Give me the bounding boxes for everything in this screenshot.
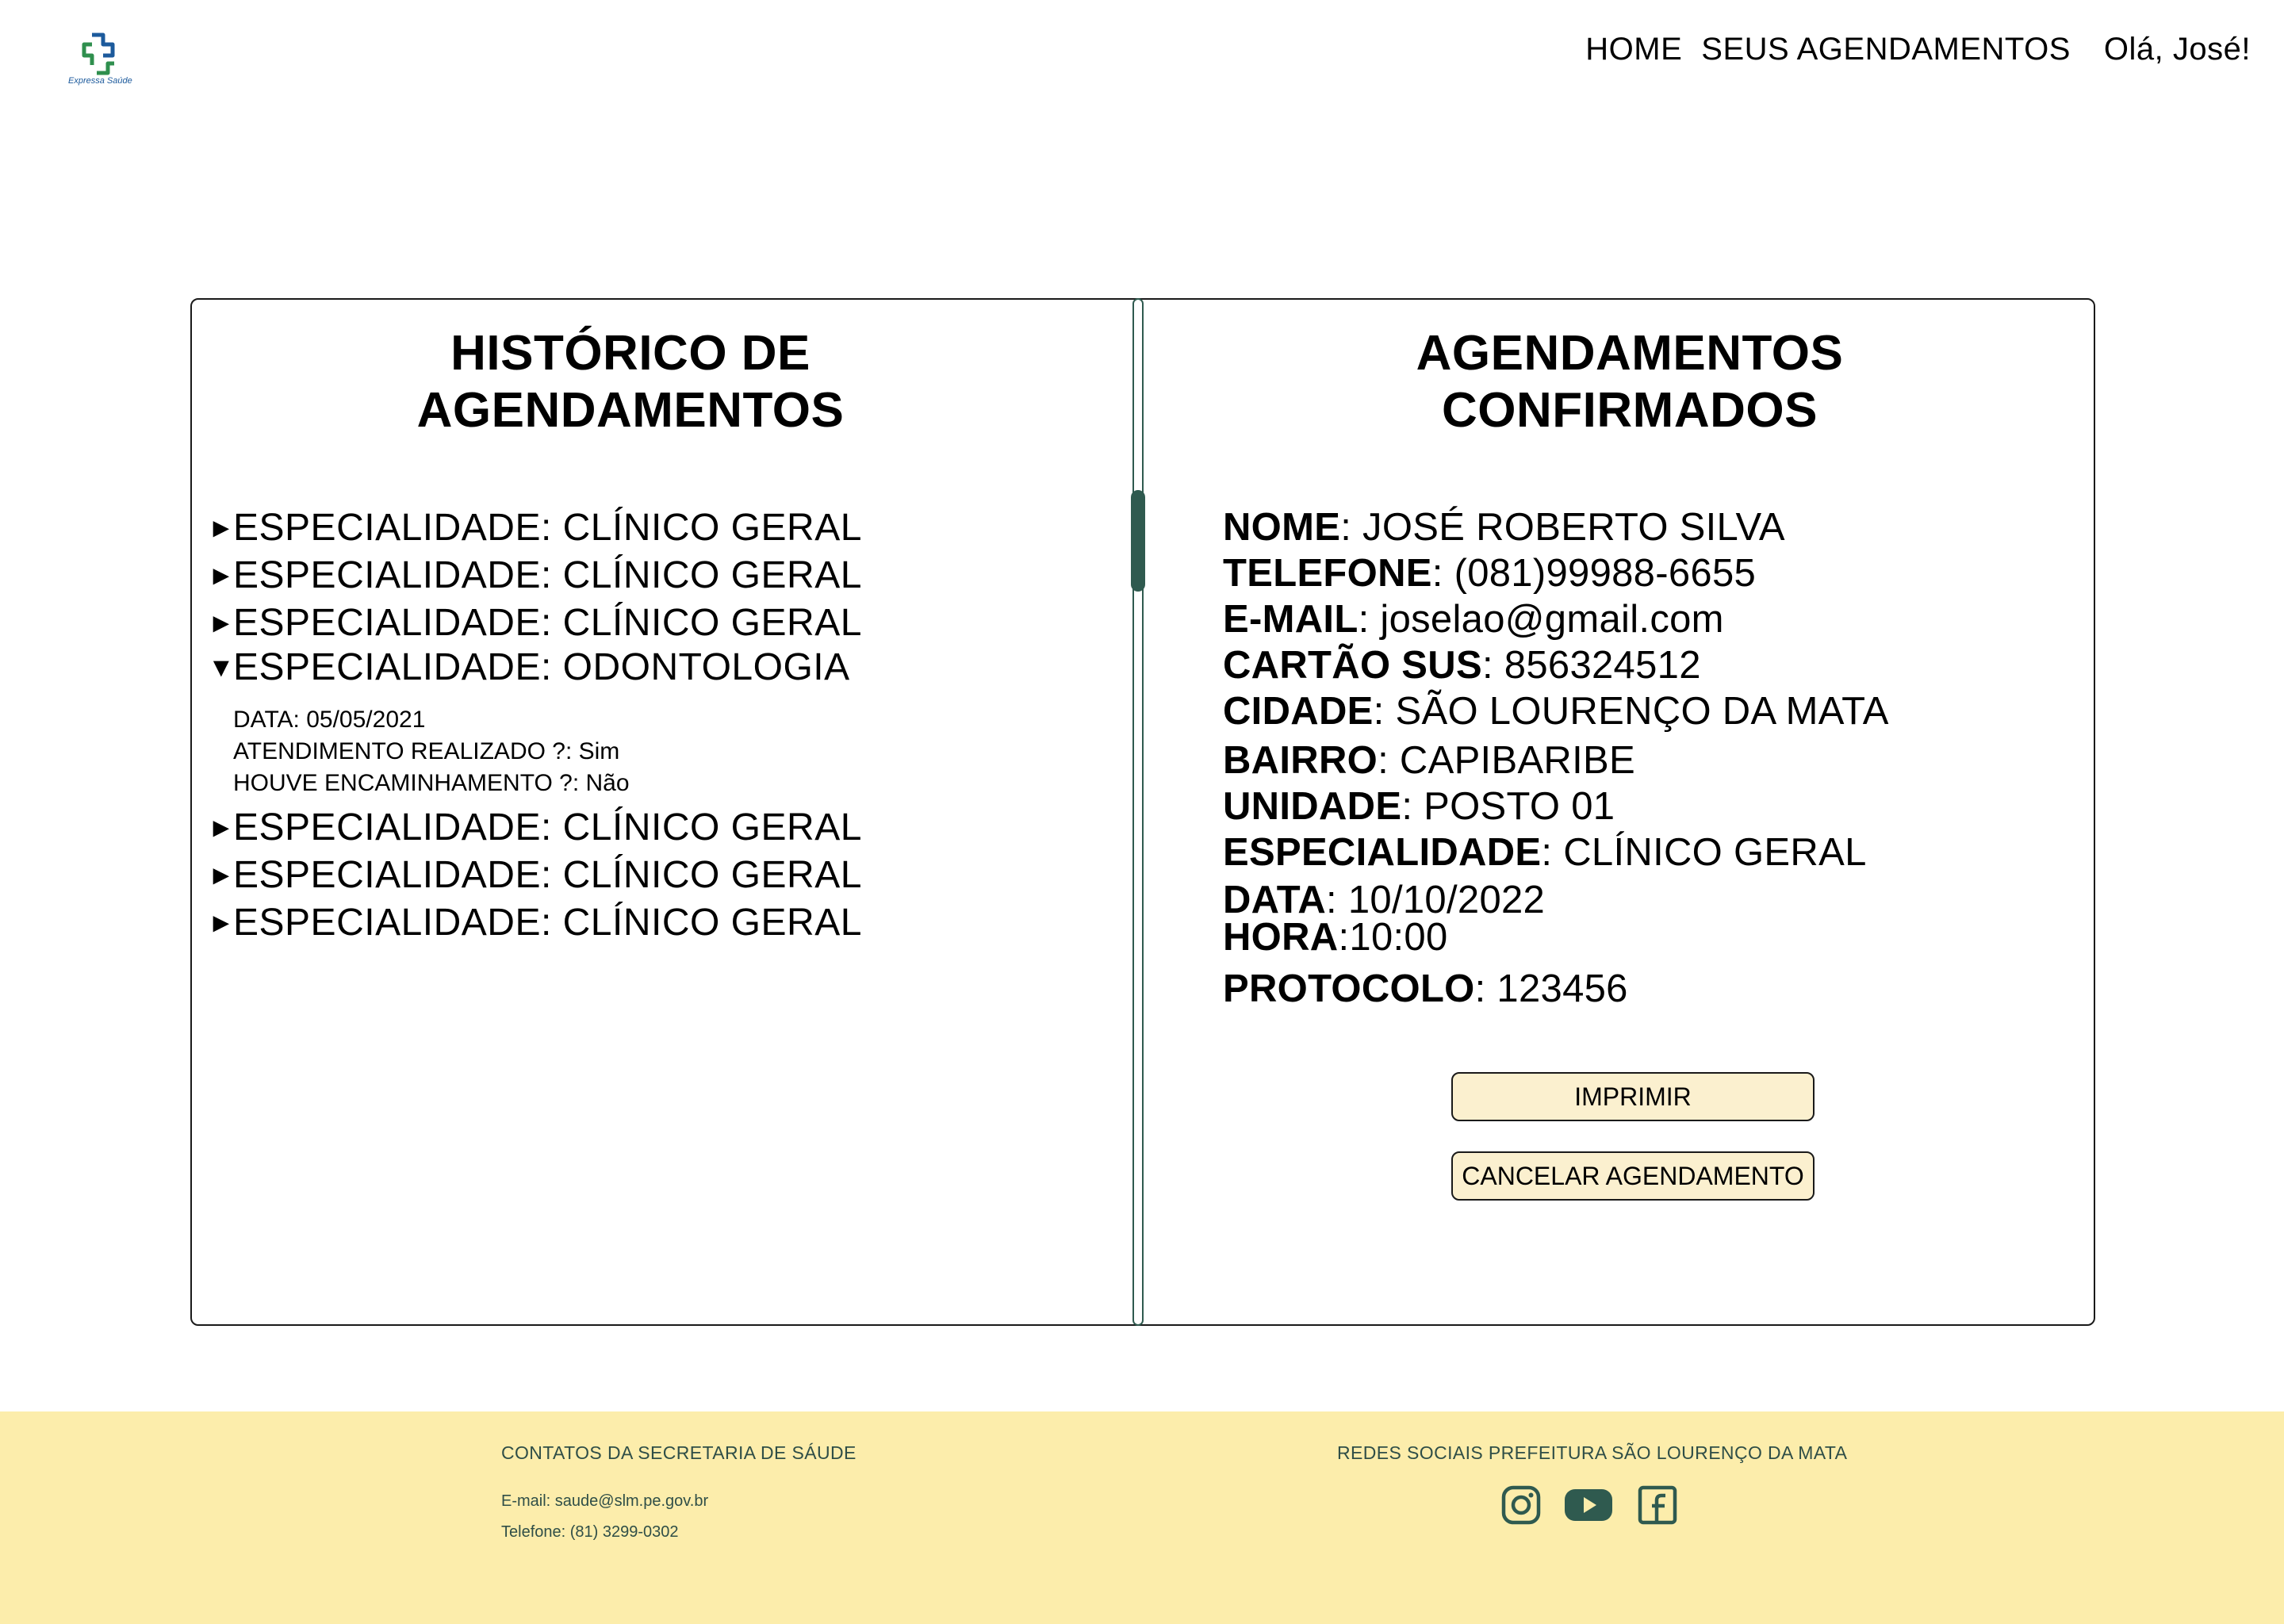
youtube-glyph xyxy=(1565,1489,1612,1521)
history-item-label: ESPECIALIDADE: CLÍNICO GERAL xyxy=(233,854,862,896)
history-item-collapsed[interactable]: ►ESPECIALIDADE: CLÍNICO GERAL xyxy=(208,552,1120,599)
history-item-label: ESPECIALIDADE: CLÍNICO GERAL xyxy=(233,507,862,549)
history-item-details: DATA: 05/05/2021 ATENDIMENTO REALIZADO ?… xyxy=(233,704,1120,799)
confirmed-details: NOME: JOSÉ ROBERTO SILVA TELEFONE: (081)… xyxy=(1223,504,1889,1012)
history-item-collapsed[interactable]: ►ESPECIALIDADE: CLÍNICO GERAL xyxy=(208,804,1120,852)
field-sep: : xyxy=(1326,879,1348,921)
confirmed-title: AGENDAMENTOS CONFIRMADOS xyxy=(1277,325,1983,439)
expand-arrow-icon: ► xyxy=(208,813,236,843)
field-label: CIDADE xyxy=(1223,690,1374,733)
logo[interactable]: Expressa Saúde xyxy=(68,30,132,87)
field-label: CARTÃO SUS xyxy=(1223,644,1482,687)
expand-arrow-icon: ► xyxy=(208,908,236,938)
footer-social-title: REDES SOCIAIS PREFEITURA SÃO LOURENÇO DA… xyxy=(1337,1442,1848,1463)
history-list: ►ESPECIALIDADE: CLÍNICO GERAL ►ESPECIALI… xyxy=(208,504,1120,947)
field-sep: : xyxy=(1431,552,1454,595)
history-title: HISTÓRICO DE AGENDAMENTOS xyxy=(190,325,1071,439)
field-value: JOSÉ ROBERTO SILVA xyxy=(1362,506,1785,549)
detail-referral: HOUVE ENCAMINHAMENTO ?: Não xyxy=(233,770,630,796)
field-value: (081)99988-6655 xyxy=(1454,552,1757,595)
youtube-icon[interactable] xyxy=(1564,1484,1613,1526)
top-nav: HOME SEUS AGENDAMENTOS Olá, José! xyxy=(1585,32,2251,67)
expand-arrow-icon: ► xyxy=(208,513,236,543)
confirmed-title-line1: AGENDAMENTOS xyxy=(1416,326,1844,381)
history-item-label: ESPECIALIDADE: CLÍNICO GERAL xyxy=(233,602,862,644)
scrollbar-thumb[interactable] xyxy=(1131,490,1145,592)
field-phone: TELEFONE: (081)99988-6655 xyxy=(1223,550,1889,596)
facebook-glyph xyxy=(1638,1485,1677,1525)
nav-appointments-link[interactable]: SEUS AGENDAMENTOS xyxy=(1701,32,2071,67)
field-sep: : xyxy=(1474,967,1497,1010)
detail-date: DATA: 05/05/2021 xyxy=(233,707,426,733)
expand-arrow-icon: ► xyxy=(208,608,236,638)
field-label: UNIDADE xyxy=(1223,785,1402,828)
facebook-icon[interactable] xyxy=(1637,1484,1678,1526)
history-item-label: ESPECIALIDADE: CLÍNICO GERAL xyxy=(233,806,862,848)
field-sep: : xyxy=(1373,690,1396,733)
divider-scrollbar-track[interactable] xyxy=(1132,298,1144,1326)
history-item-collapsed[interactable]: ►ESPECIALIDADE: CLÍNICO GERAL xyxy=(208,852,1120,899)
footer-phone: Telefone: (81) 3299-0302 xyxy=(501,1523,679,1541)
detail-attended: ATENDIMENTO REALIZADO ?: Sim xyxy=(233,738,620,764)
field-value: CAPIBARIBE xyxy=(1399,739,1636,782)
history-title-line2: AGENDAMENTOS xyxy=(416,383,845,438)
field-value: POSTO 01 xyxy=(1424,785,1615,828)
field-date: DATA: 10/10/2022 xyxy=(1223,875,1889,921)
field-time: HORA:10:00 xyxy=(1223,917,1889,966)
field-name: NOME: JOSÉ ROBERTO SILVA xyxy=(1223,504,1889,550)
field-email: E-MAIL: joselao@gmail.com xyxy=(1223,596,1889,642)
field-value: 10:00 xyxy=(1349,916,1448,959)
field-label: TELEFONE xyxy=(1223,552,1432,595)
history-item-expanded[interactable]: ▼ESPECIALIDADE: ODONTOLOGIA xyxy=(208,647,1120,688)
history-item-label: ESPECIALIDADE: ODONTOLOGIA xyxy=(233,646,850,688)
field-value: 123456 xyxy=(1496,967,1628,1010)
field-label: E-MAIL xyxy=(1223,598,1359,641)
field-value: CLÍNICO GERAL xyxy=(1563,831,1867,874)
footer xyxy=(0,1411,2284,1624)
field-value: 10/10/2022 xyxy=(1347,879,1546,921)
field-sep: : xyxy=(1378,739,1400,782)
expand-arrow-icon: ► xyxy=(208,860,236,891)
field-specialty: ESPECIALIDADE: CLÍNICO GERAL xyxy=(1223,829,1889,875)
logo-text: Expressa Saúde xyxy=(68,76,132,86)
confirmed-title-line2: CONFIRMADOS xyxy=(1442,383,1818,438)
field-label: PROTOCOLO xyxy=(1223,967,1475,1010)
field-protocol: PROTOCOLO: 123456 xyxy=(1223,966,1889,1012)
field-city: CIDADE: SÃO LOURENÇO DA MATA xyxy=(1223,688,1889,737)
history-item-collapsed[interactable]: ►ESPECIALIDADE: CLÍNICO GERAL xyxy=(208,899,1120,947)
field-neighborhood: BAIRRO: CAPIBARIBE xyxy=(1223,737,1889,783)
field-sep: : xyxy=(1401,785,1424,828)
field-label: NOME xyxy=(1223,506,1341,549)
field-sep: : xyxy=(1541,831,1564,874)
field-sus-card: CARTÃO SUS: 856324512 xyxy=(1223,642,1889,688)
history-item-label: ESPECIALIDADE: CLÍNICO GERAL xyxy=(233,902,862,944)
cancel-appointment-button[interactable]: CANCELAR AGENDAMENTO xyxy=(1451,1151,1815,1201)
footer-email: E-mail: saude@slm.pe.gov.br xyxy=(501,1492,709,1510)
field-label: BAIRRO xyxy=(1223,739,1378,782)
field-value: SÃO LOURENÇO DA MATA xyxy=(1395,690,1889,733)
nav-home-link[interactable]: HOME xyxy=(1585,32,1682,67)
field-value: 856324512 xyxy=(1504,644,1701,687)
field-label: HORA xyxy=(1223,916,1339,959)
field-value: joselao@gmail.com xyxy=(1380,598,1724,641)
field-sep: : xyxy=(1338,916,1350,959)
print-button[interactable]: IMPRIMIR xyxy=(1451,1072,1815,1121)
field-sep: : xyxy=(1340,506,1363,549)
history-item-collapsed[interactable]: ►ESPECIALIDADE: CLÍNICO GERAL xyxy=(208,504,1120,552)
user-greeting: Olá, José! xyxy=(2103,32,2251,67)
history-item-label: ESPECIALIDADE: CLÍNICO GERAL xyxy=(233,554,862,596)
field-unit: UNIDADE: POSTO 01 xyxy=(1223,783,1889,829)
collapse-arrow-icon: ▼ xyxy=(208,653,236,683)
field-label: ESPECIALIDADE xyxy=(1223,831,1542,874)
history-item-collapsed[interactable]: ►ESPECIALIDADE: CLÍNICO GERAL xyxy=(208,599,1120,647)
footer-contacts-title: CONTATOS DA SECRETARIA DE SÁUDE xyxy=(501,1442,856,1463)
field-sep: : xyxy=(1358,598,1381,641)
instagram-glyph xyxy=(1501,1485,1541,1525)
field-label: DATA xyxy=(1223,879,1327,921)
medical-cross-logo-icon xyxy=(82,33,115,75)
expand-arrow-icon: ► xyxy=(208,561,236,591)
instagram-icon[interactable] xyxy=(1500,1484,1542,1526)
field-sep: : xyxy=(1481,644,1504,687)
history-title-line1: HISTÓRICO DE xyxy=(450,326,811,381)
